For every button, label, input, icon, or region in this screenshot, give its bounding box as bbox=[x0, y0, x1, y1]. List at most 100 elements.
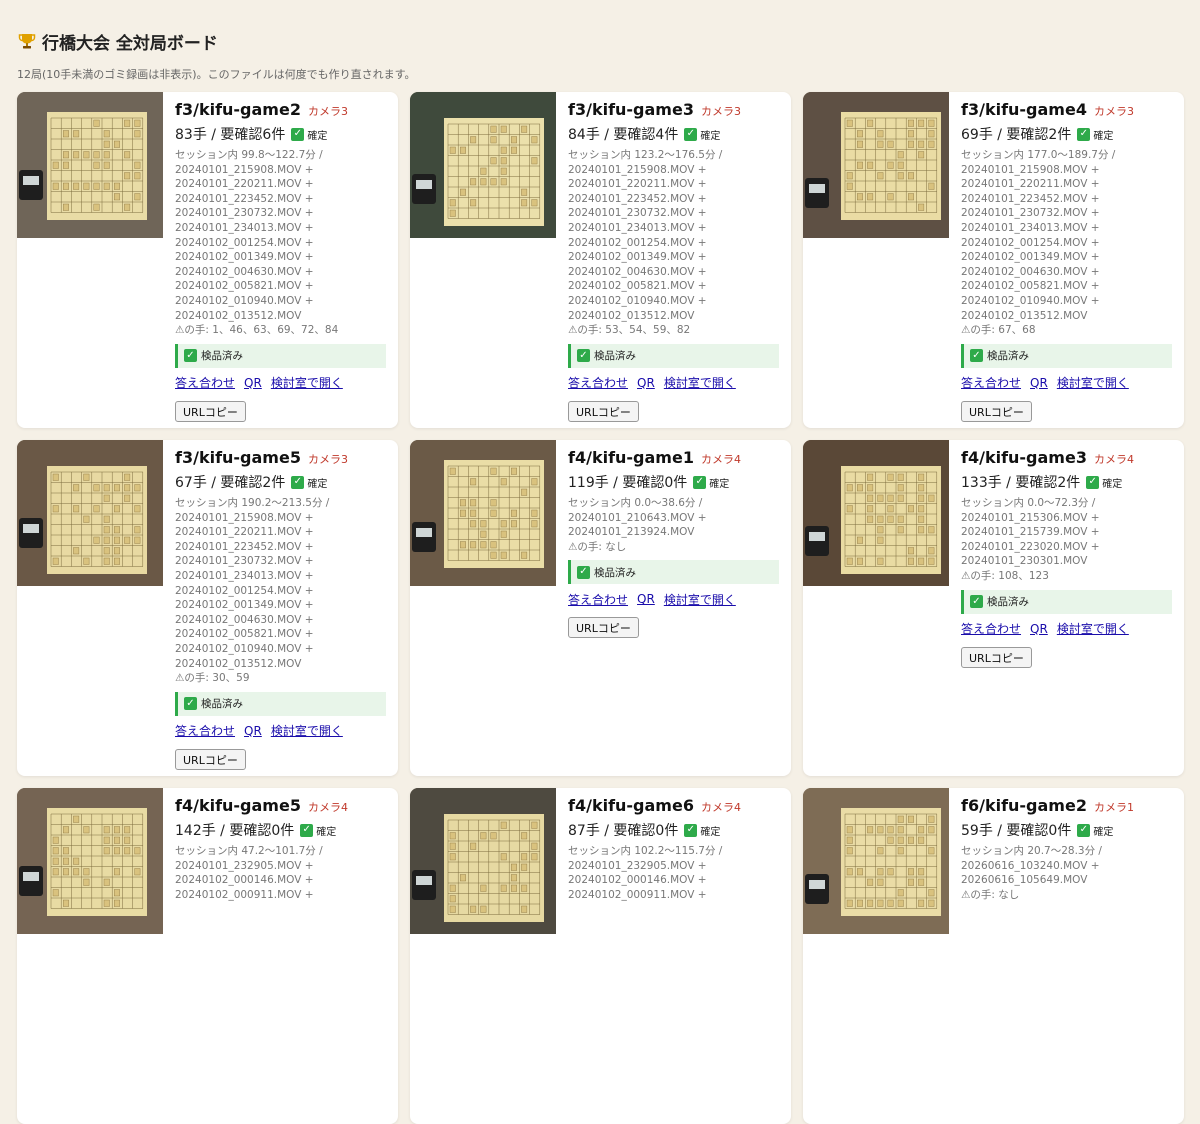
qr-link[interactable]: QR bbox=[637, 376, 655, 390]
card-links: 答え合わせ QR 検討室で開く bbox=[568, 374, 779, 392]
game-title-row: f4/kifu-game5 カメラ4 bbox=[175, 796, 386, 818]
open-study-room-link[interactable]: 検討室で開く bbox=[664, 374, 736, 391]
check-icon: ✓ bbox=[684, 127, 698, 141]
qr-link[interactable]: QR bbox=[244, 724, 262, 738]
qr-link[interactable]: QR bbox=[637, 592, 655, 606]
answer-check-link[interactable]: 答え合わせ bbox=[568, 591, 628, 608]
session-line: 20240101_215306.MOV + bbox=[961, 511, 1100, 524]
game-info: f3/kifu-game2 カメラ3 83手 / 要確認6件 ✓ 確定 セッション内 99… bbox=[163, 92, 398, 428]
session-line: 20240101_223452.MOV + bbox=[175, 192, 314, 205]
open-study-room-link[interactable]: 検討室で開く bbox=[1057, 374, 1129, 391]
confirmed-badge: ✓ 確定 bbox=[1077, 127, 1113, 142]
game-info: f4/kifu-game1 カメラ4 119手 / 要確認0件 ✓ 確定 セッション内 0… bbox=[556, 440, 791, 776]
confirmed-label: 確定 bbox=[307, 130, 328, 142]
open-study-room-link[interactable]: 検討室で開く bbox=[271, 374, 343, 391]
camera-label: カメラ3 bbox=[307, 453, 348, 466]
url-copy-button[interactable]: URLコピー bbox=[568, 617, 639, 639]
session-line: 20240102_000911.MOV + bbox=[568, 888, 707, 901]
move-row: 83手 / 要確認6件 ✓ 確定 bbox=[175, 123, 386, 145]
game-name: f6/kifu-game2 bbox=[961, 796, 1087, 815]
move-row: 67手 / 要確認2件 ✓ 確定 bbox=[175, 471, 386, 493]
open-study-room-link[interactable]: 検討室で開く bbox=[664, 591, 736, 608]
session-line: ⚠の手: なし bbox=[568, 540, 627, 553]
answer-check-link[interactable]: 答え合わせ bbox=[175, 374, 235, 391]
game-grid: f3/kifu-game2 カメラ3 83手 / 要確認6件 ✓ 確定 セッション内 99… bbox=[17, 92, 1184, 1124]
camera-label: カメラ3 bbox=[700, 105, 741, 118]
answer-check-link[interactable]: 答え合わせ bbox=[568, 374, 628, 391]
session-line: 20240102_001349.MOV + bbox=[961, 251, 1100, 264]
game-name: f3/kifu-game4 bbox=[961, 100, 1087, 119]
session-line: セッション内 0.0〜38.6分 / bbox=[568, 497, 703, 509]
game-thumbnail[interactable] bbox=[803, 92, 949, 238]
confirmed-badge: ✓ 確定 bbox=[300, 823, 336, 838]
confirmed-label: 確定 bbox=[709, 478, 730, 490]
url-copy-button[interactable]: URLコピー bbox=[568, 400, 639, 422]
session-line: セッション内 123.2〜176.5分 / bbox=[568, 149, 723, 161]
trophy-icon bbox=[18, 32, 36, 50]
game-thumbnail[interactable] bbox=[17, 440, 163, 586]
move-count: 59手 / 要確認0件 bbox=[961, 823, 1072, 839]
game-card: f4/kifu-game1 カメラ4 119手 / 要確認0件 ✓ 確定 セッション内 0… bbox=[410, 440, 791, 776]
move-row: 69手 / 要確認2件 ✓ 確定 bbox=[961, 123, 1172, 145]
session-line: セッション内 47.2〜101.7分 / bbox=[175, 845, 323, 857]
qr-link[interactable]: QR bbox=[1030, 376, 1048, 390]
camera-label: カメラ4 bbox=[700, 453, 741, 466]
game-thumbnail[interactable] bbox=[410, 92, 556, 238]
url-copy-button[interactable]: URLコピー bbox=[175, 748, 246, 770]
url-copy-button[interactable]: URLコピー bbox=[961, 646, 1032, 668]
answer-check-link[interactable]: 答え合わせ bbox=[961, 620, 1021, 637]
answer-check-link[interactable]: 答え合わせ bbox=[961, 374, 1021, 391]
game-thumbnail[interactable] bbox=[410, 440, 556, 586]
game-card: f4/kifu-game6 カメラ4 87手 / 要確認0件 ✓ 確定 セッション内 10… bbox=[410, 788, 791, 1124]
confirmed-label: 確定 bbox=[700, 130, 721, 142]
session-line: 20240101_215908.MOV + bbox=[175, 163, 314, 176]
qr-link[interactable]: QR bbox=[244, 376, 262, 390]
session-line: 20240101_230732.MOV + bbox=[175, 207, 314, 220]
move-count: 67手 / 要確認2件 bbox=[175, 475, 286, 491]
answer-check-link[interactable]: 答え合わせ bbox=[175, 722, 235, 739]
camera-label: カメラ3 bbox=[1093, 105, 1134, 118]
game-thumbnail[interactable] bbox=[17, 92, 163, 238]
session-line: セッション内 102.2〜115.7分 / bbox=[568, 845, 723, 857]
session-line: 20240102_000146.MOV + bbox=[568, 874, 707, 887]
page-title: 行橋大会 全対局ボード bbox=[18, 30, 1183, 54]
game-name: f4/kifu-game3 bbox=[961, 448, 1087, 467]
inspected-label: 検品済み bbox=[594, 350, 636, 363]
game-name: f3/kifu-game3 bbox=[568, 100, 694, 119]
url-copy-button[interactable]: URLコピー bbox=[961, 400, 1032, 422]
session-line: 20240101_220211.MOV + bbox=[175, 526, 314, 539]
session-info: セッション内 99.8〜122.7分 / 20240101_215908.MOV … bbox=[175, 148, 386, 338]
game-thumbnail[interactable] bbox=[17, 788, 163, 934]
page-subtitle: 12局(10手未満のゴミ録画は非表示)。このファイルは何度でも作り直されます。 bbox=[17, 68, 416, 81]
confirmed-label: 確定 bbox=[1093, 130, 1114, 142]
session-line: 20240102_005821.MOV + bbox=[175, 280, 314, 293]
url-copy-button[interactable]: URLコピー bbox=[175, 400, 246, 422]
confirmed-label: 確定 bbox=[1093, 826, 1114, 838]
session-line: 20240102_001349.MOV + bbox=[568, 251, 707, 264]
session-line: 20240102_004630.MOV + bbox=[175, 613, 314, 626]
check-icon: ✓ bbox=[1077, 823, 1091, 837]
game-card: f4/kifu-game5 カメラ4 142手 / 要確認0件 ✓ 確定 セッション内 4… bbox=[17, 788, 398, 1124]
open-study-room-link[interactable]: 検討室で開く bbox=[1057, 620, 1129, 637]
camera-label: カメラ4 bbox=[700, 801, 741, 814]
open-study-room-link[interactable]: 検討室で開く bbox=[271, 722, 343, 739]
check-icon: ✓ bbox=[291, 475, 305, 489]
qr-link[interactable]: QR bbox=[1030, 622, 1048, 636]
game-info: f4/kifu-game6 カメラ4 87手 / 要確認0件 ✓ 確定 セッション内 10… bbox=[556, 788, 791, 1124]
game-thumbnail[interactable] bbox=[410, 788, 556, 934]
game-thumbnail[interactable] bbox=[803, 788, 949, 934]
session-line: 20240101_215739.MOV + bbox=[961, 526, 1100, 539]
inspected-banner: ✓ 検品済み bbox=[175, 691, 386, 716]
session-line: セッション内 177.0〜189.7分 / bbox=[961, 149, 1116, 161]
session-line: 20240102_004630.MOV + bbox=[175, 265, 314, 278]
game-thumbnail[interactable] bbox=[803, 440, 949, 586]
session-line: 20240101_215908.MOV + bbox=[175, 511, 314, 524]
camera-label: カメラ4 bbox=[1093, 453, 1134, 466]
session-line: セッション内 99.8〜122.7分 / bbox=[175, 149, 323, 161]
check-icon: ✓ bbox=[684, 823, 698, 837]
session-line: 20240101_210643.MOV + bbox=[568, 511, 707, 524]
session-line: 20240101_230732.MOV + bbox=[175, 555, 314, 568]
move-row: 119手 / 要確認0件 ✓ 確定 bbox=[568, 471, 779, 493]
confirmed-label: 確定 bbox=[1102, 478, 1123, 490]
session-line: 20240101_232905.MOV + bbox=[568, 859, 707, 872]
